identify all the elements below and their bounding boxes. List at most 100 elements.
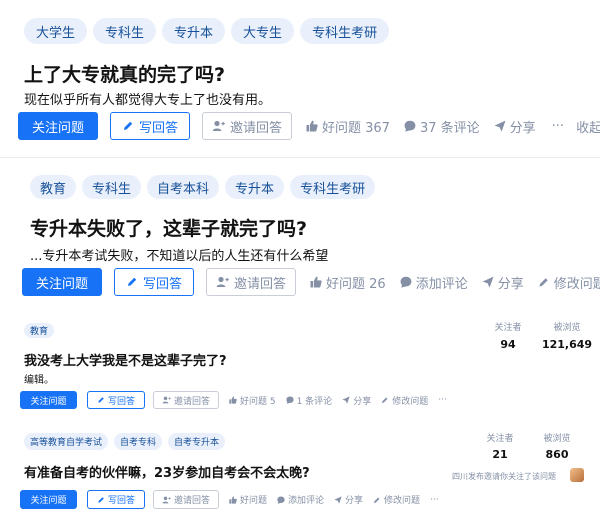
good-question-button[interactable]: 好问题 5 <box>229 394 276 407</box>
add-comment-button[interactable]: 添加评论 <box>277 493 324 506</box>
share-button[interactable]: 分享 <box>482 273 524 292</box>
divider <box>0 157 600 158</box>
question-title[interactable]: 我没考上大学我是不是这辈子完了? <box>24 350 227 369</box>
pen-icon <box>126 276 138 288</box>
topic-tag[interactable]: 专科生考研 <box>300 18 390 44</box>
question-title[interactable]: 专升本失败了，这辈子就完了吗? <box>30 214 307 241</box>
comment-label: 1 条评论 <box>296 396 333 407</box>
good-question-label: 好问题 5 <box>240 396 276 407</box>
edit-question-label: 修改问题 <box>384 496 421 506</box>
invite-answer-button[interactable]: 邀请回答 <box>153 391 219 409</box>
invite-answer-button[interactable]: 邀请回答 <box>206 268 296 296</box>
pen-icon <box>122 120 134 132</box>
question-excerpt: ...专升本考试失败，不知道以后的人生还有什么希望 <box>30 249 329 264</box>
edit-question-button[interactable]: 修改问题 <box>538 273 600 292</box>
question-actions: 关注问题 写回答 邀请回答 好问题 367 37 条评论 分享 ··· 收起 <box>18 112 600 140</box>
share-icon <box>334 495 342 504</box>
invite-answer-label: 邀请回答 <box>233 276 286 292</box>
share-button[interactable]: 分享 <box>342 394 371 407</box>
follow-question-button[interactable]: 关注问题 <box>22 268 102 296</box>
views-label: 被浏览 <box>543 434 571 444</box>
invite-answer-label: 邀请回答 <box>173 496 210 506</box>
invite-answer-button[interactable]: 邀请回答 <box>153 490 219 509</box>
topic-tag[interactable]: 专科生 <box>93 18 157 44</box>
topic-tag[interactable]: 专科生考研 <box>290 175 376 199</box>
views-stat: 被浏览 860 <box>534 431 580 461</box>
more-button[interactable]: ··· <box>552 119 564 134</box>
write-answer-button[interactable]: 写回答 <box>87 391 145 409</box>
followers-count: 94 <box>500 338 516 351</box>
topic-tag[interactable]: 大专生 <box>231 18 295 44</box>
share-icon <box>342 396 350 404</box>
avatar[interactable] <box>570 468 584 482</box>
write-answer-label: 写回答 <box>107 496 135 506</box>
share-icon <box>494 120 506 132</box>
views-stat: 被浏览 121,649 <box>540 320 594 351</box>
question-actions: 关注问题 写回答 邀请回答 好问题 添加评论 分享 修改问题 ··· <box>20 490 439 509</box>
followers-stat: 关注者 21 <box>478 431 522 461</box>
topic-tags: 教育 专科生 自考本科 专升本 专科生考研 <box>30 175 376 199</box>
comment-button[interactable]: 37 条评论 <box>404 117 480 136</box>
write-answer-button[interactable]: 写回答 <box>110 112 190 140</box>
pencil-icon <box>381 396 389 404</box>
thumbs-up-icon <box>310 276 322 288</box>
question-actions: 关注问题 写回答 邀请回答 好问题 26 添加评论 分享 修改问题 <box>22 268 600 296</box>
question-title[interactable]: 上了大专就真的完了吗? <box>24 60 225 87</box>
topic-tag[interactable]: 教育 <box>24 323 55 338</box>
question-title[interactable]: 有准备自考的伙伴嘛，23岁参加自考会不会太晚? <box>24 462 310 481</box>
pencil-icon <box>538 276 550 288</box>
write-answer-button[interactable]: 写回答 <box>114 268 194 296</box>
topic-tag[interactable]: 高等教育自学考试 <box>24 433 109 450</box>
edit-question-button[interactable]: 修改问题 <box>373 493 420 506</box>
more-button[interactable]: ··· <box>438 395 447 405</box>
topic-tag[interactable]: 大学生 <box>24 18 88 44</box>
pen-icon <box>97 496 105 504</box>
views-count: 860 <box>545 448 569 461</box>
followers-stat: 关注者 94 <box>486 320 530 351</box>
follow-question-button[interactable]: 关注问题 <box>20 490 77 509</box>
invite-answer-button[interactable]: 邀请回答 <box>202 112 292 140</box>
follow-question-button[interactable]: 关注问题 <box>20 391 77 409</box>
topic-tag[interactable]: 教育 <box>30 175 77 199</box>
topic-tags: 高等教育自学考试 自考专科 自考专升本 <box>24 433 226 450</box>
add-user-icon <box>162 496 171 504</box>
share-button[interactable]: 分享 <box>334 493 363 506</box>
share-icon <box>482 276 494 288</box>
collapse-button[interactable]: 收起 <box>576 117 600 136</box>
views-label: 被浏览 <box>553 323 581 333</box>
write-answer-button[interactable]: 写回答 <box>87 490 145 509</box>
topic-tags: 教育 <box>24 323 55 338</box>
topic-tag[interactable]: 自考本科 <box>147 175 220 199</box>
good-question-label: 好问题 26 <box>326 276 386 292</box>
share-label: 分享 <box>497 276 524 292</box>
thumbs-up-icon <box>229 396 237 404</box>
add-user-icon <box>216 276 229 288</box>
good-question-label: 好问题 <box>240 496 268 506</box>
edit-question-button[interactable]: 修改问题 <box>381 394 428 407</box>
topic-tag[interactable]: 专升本 <box>162 18 226 44</box>
good-question-button[interactable]: 好问题 <box>229 493 267 506</box>
thumbs-up-icon <box>229 495 237 504</box>
share-button[interactable]: 分享 <box>494 117 536 136</box>
topic-tag[interactable]: 自考专科 <box>114 433 163 450</box>
topic-tag[interactable]: 专科生 <box>82 175 142 199</box>
comment-button[interactable]: 1 条评论 <box>285 394 333 407</box>
followers-count: 21 <box>492 448 508 461</box>
add-user-icon <box>162 396 171 404</box>
topic-tag[interactable]: 自考专升本 <box>168 433 226 450</box>
followers-label: 关注者 <box>494 323 522 333</box>
topic-tag[interactable]: 专升本 <box>225 175 285 199</box>
invite-answer-label: 邀请回答 <box>229 120 282 136</box>
follow-question-button[interactable]: 关注问题 <box>18 112 98 140</box>
add-comment-button[interactable]: 添加评论 <box>400 273 468 292</box>
write-answer-label: 写回答 <box>107 396 135 407</box>
good-question-button[interactable]: 好问题 26 <box>310 273 386 292</box>
edit-question-label: 修改问题 <box>553 276 600 292</box>
invite-answer-label: 邀请回答 <box>173 396 210 407</box>
more-button[interactable]: ··· <box>430 495 439 505</box>
add-comment-label: 添加评论 <box>415 276 468 292</box>
followers-label: 关注者 <box>486 434 514 444</box>
good-question-button[interactable]: 好问题 367 <box>306 117 390 136</box>
pen-icon <box>97 396 105 404</box>
topic-tags: 大学生 专科生 专升本 大专生 专科生考研 <box>24 18 390 44</box>
